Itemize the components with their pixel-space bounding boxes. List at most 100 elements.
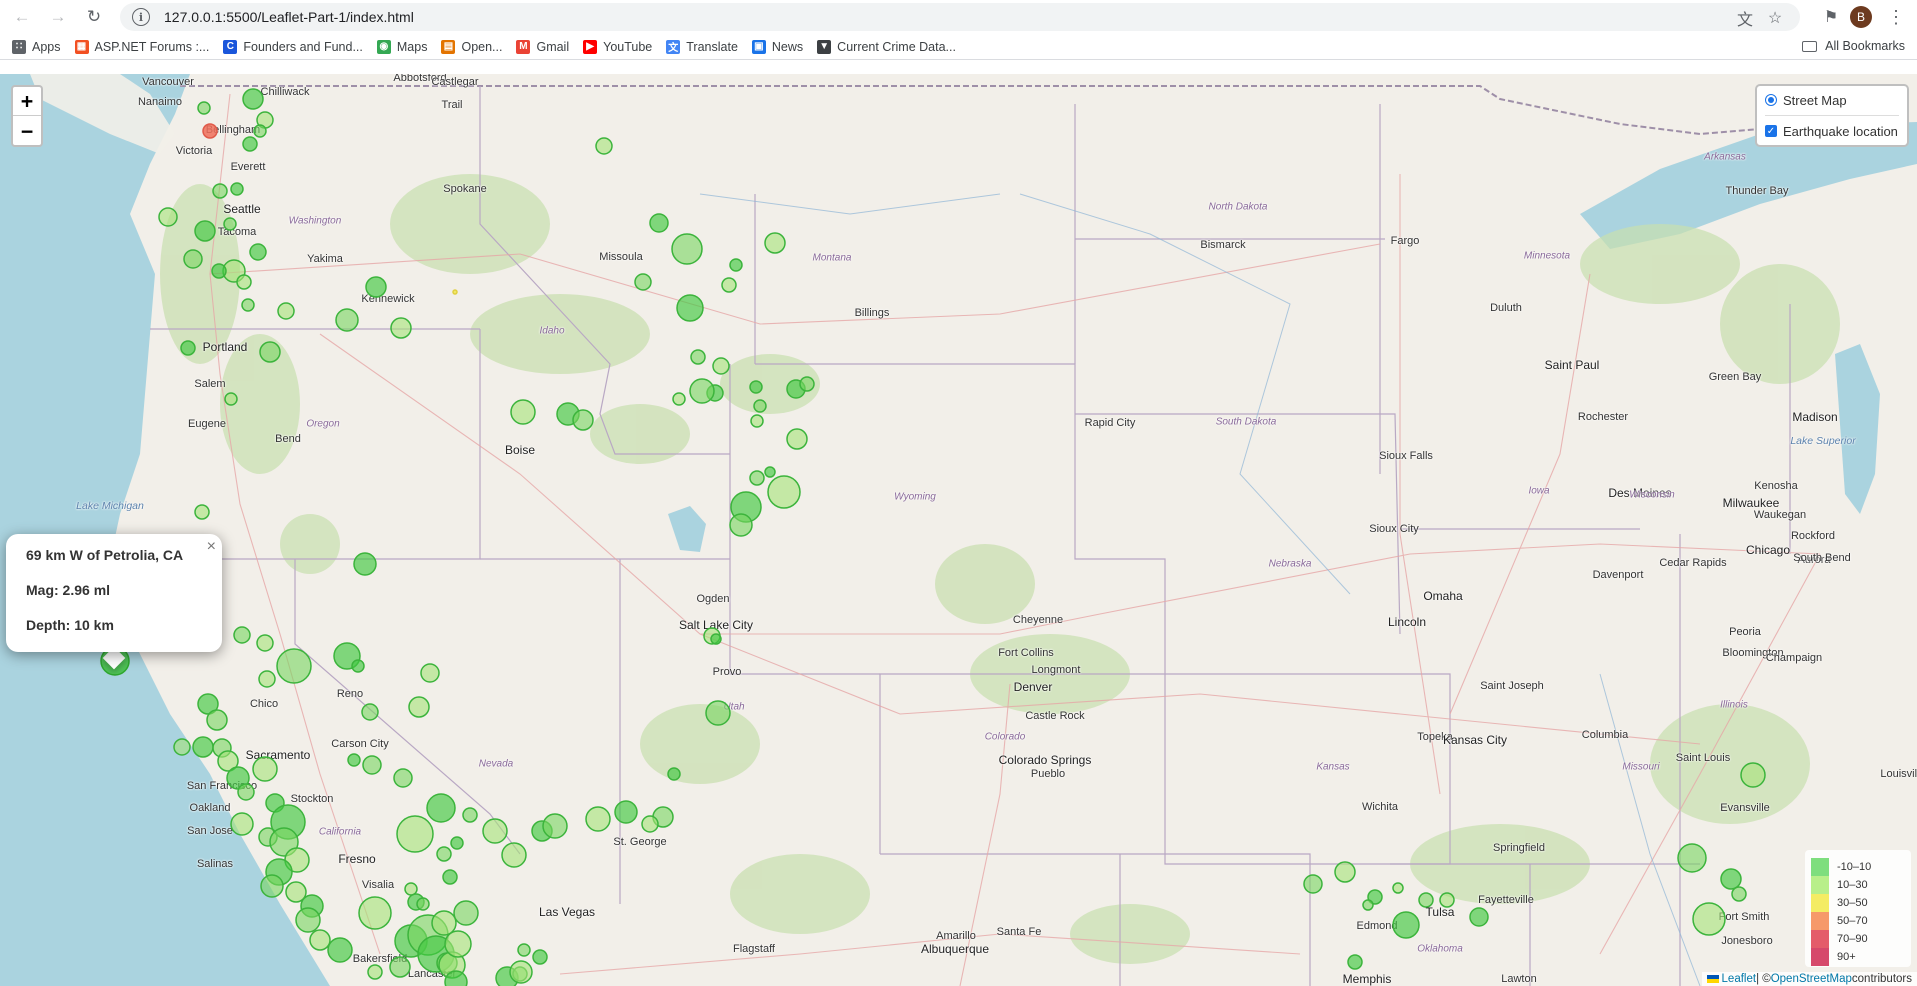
earthquake-location-checkbox[interactable]: ✓ (1765, 125, 1777, 137)
earthquake-marker[interactable] (295, 907, 321, 933)
reload-icon[interactable]: ↻ (80, 3, 108, 31)
earthquake-marker[interactable] (367, 964, 383, 980)
earthquake-marker[interactable] (641, 815, 659, 833)
earthquake-marker[interactable] (749, 380, 763, 394)
earthquake-marker[interactable] (442, 869, 458, 885)
earthquake-marker[interactable] (224, 392, 238, 406)
earthquake-marker[interactable] (1692, 902, 1726, 936)
earthquake-marker[interactable] (276, 648, 312, 684)
earthquake-marker[interactable] (1740, 762, 1766, 788)
earthquake-marker[interactable] (532, 949, 548, 965)
earthquake-marker[interactable] (361, 703, 379, 721)
zoom-out-button[interactable]: − (13, 116, 41, 145)
earthquake-marker[interactable] (1439, 892, 1455, 908)
earthquake-marker[interactable] (767, 475, 801, 509)
earthquake-marker[interactable] (416, 897, 430, 911)
earthquake-marker[interactable] (672, 392, 686, 406)
earthquake-marker[interactable] (729, 513, 753, 537)
leaflet-link[interactable]: Leaflet (1722, 973, 1757, 985)
earthquake-marker[interactable] (431, 910, 457, 936)
osm-link[interactable]: OpenStreetMap (1771, 973, 1852, 985)
bookmark-current-crime-data[interactable]: ▼ Current Crime Data... (817, 39, 956, 54)
earthquake-marker[interactable] (671, 233, 703, 265)
earthquake-marker[interactable] (764, 466, 776, 478)
forward-arrow-icon[interactable]: → (44, 3, 72, 31)
earthquake-marker[interactable] (542, 813, 568, 839)
earthquake-marker[interactable] (689, 378, 715, 404)
all-bookmarks-button[interactable]: All Bookmarks (1802, 39, 1905, 53)
earthquake-marker[interactable] (230, 812, 254, 836)
earthquake-marker[interactable] (572, 409, 594, 431)
earthquake-marker[interactable] (347, 753, 361, 767)
earthquake-marker[interactable] (183, 249, 203, 269)
bookmark-youtube[interactable]: ▶ YouTube (583, 39, 652, 54)
earthquake-marker[interactable] (197, 101, 211, 115)
earthquake-marker[interactable] (436, 846, 452, 862)
earthquake-marker[interactable] (158, 207, 178, 227)
earthquake-marker[interactable] (450, 836, 464, 850)
earthquake-marker[interactable] (194, 220, 216, 242)
earthquake-marker[interactable] (482, 818, 508, 844)
earthquake-marker[interactable] (444, 970, 468, 986)
earthquake-marker[interactable] (786, 428, 808, 450)
earthquake-marker[interactable] (510, 399, 536, 425)
earthquake-marker[interactable] (362, 755, 382, 775)
bookmark-gmail[interactable]: M Gmail (516, 39, 569, 54)
earthquake-marker[interactable] (260, 874, 284, 898)
earthquake-marker[interactable] (509, 960, 533, 984)
earthquake-marker[interactable] (249, 243, 267, 261)
earthquake-marker[interactable] (1362, 899, 1374, 911)
earthquake-marker[interactable] (1418, 892, 1434, 908)
street-map-option[interactable]: Street Map (1765, 90, 1899, 110)
popup-close-button[interactable]: × (207, 538, 216, 556)
earthquake-marker[interactable] (206, 709, 228, 731)
earthquake-marker[interactable] (1731, 886, 1747, 902)
bookmark-star-icon[interactable]: ☆ (1764, 7, 1786, 29)
bookmark-asp-net-forums[interactable]: ▦ ASP.NET Forums :... (74, 39, 209, 54)
earthquake-marker[interactable] (351, 659, 365, 673)
earthquake-marker[interactable] (241, 298, 255, 312)
translate-page-icon[interactable]: 文 (1734, 7, 1756, 29)
earthquake-marker[interactable] (327, 937, 353, 963)
bookmark-founders-and-fund[interactable]: C Founders and Fund... (223, 39, 363, 54)
earthquake-marker[interactable] (389, 956, 411, 978)
earthquake-marker[interactable] (212, 183, 228, 199)
earthquake-marker[interactable] (750, 414, 764, 428)
earthquake-marker[interactable] (259, 341, 281, 363)
earthquake-marker[interactable] (233, 626, 251, 644)
profile-avatar[interactable]: B (1850, 6, 1872, 28)
earthquake-marker[interactable] (277, 302, 295, 320)
earthquake-marker[interactable] (1677, 843, 1707, 873)
earthquake-marker[interactable] (404, 882, 418, 896)
earthquake-marker[interactable] (252, 756, 278, 782)
menu-kebab-icon[interactable]: ⋮ (1885, 5, 1907, 29)
leaflet-map[interactable]: Vancouver Nanaimo Chilliwack Abbotsford Bell… (0, 74, 1917, 986)
earthquake-marker[interactable] (194, 504, 210, 520)
earthquake-marker[interactable] (452, 289, 458, 295)
earthquake-marker[interactable] (393, 768, 413, 788)
earthquake-marker[interactable] (358, 896, 392, 930)
earthquake-marker[interactable] (420, 663, 440, 683)
earthquake-marker[interactable] (192, 736, 214, 758)
earthquake-marker[interactable] (729, 258, 743, 272)
earthquake-marker[interactable] (202, 123, 218, 139)
earthquake-marker[interactable] (173, 738, 191, 756)
earthquake-marker[interactable] (1720, 868, 1742, 890)
bookmark-maps[interactable]: ◉ Maps (376, 39, 427, 54)
earthquake-marker[interactable] (236, 274, 252, 290)
earthquake-marker[interactable] (444, 930, 472, 958)
earthquake-marker[interactable] (705, 700, 731, 726)
earthquake-marker[interactable] (1392, 882, 1404, 894)
earthquake-marker[interactable] (462, 807, 478, 823)
earthquake-marker[interactable] (223, 217, 237, 231)
earthquake-marker[interactable] (501, 842, 527, 868)
extensions-puzzle-icon[interactable]: ⚑ (1820, 6, 1842, 28)
zoom-in-button[interactable]: + (13, 87, 41, 116)
earthquake-marker[interactable] (180, 340, 196, 356)
earthquake-marker[interactable] (211, 263, 227, 279)
earthquake-marker[interactable] (721, 277, 737, 293)
earthquake-marker[interactable] (749, 470, 765, 486)
earthquake-marker[interactable] (390, 317, 412, 339)
earthquake-marker[interactable] (256, 634, 274, 652)
earthquake-marker[interactable] (335, 308, 359, 332)
